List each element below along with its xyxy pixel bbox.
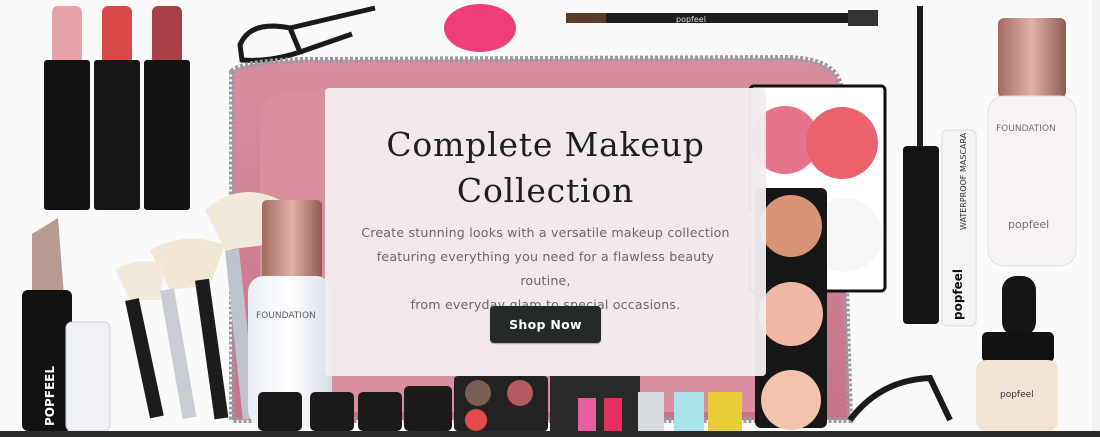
hero-description-line-1: Create stunning looks with a versatile m…: [361, 225, 730, 240]
hero-content-card: Complete Makeup Collection Create stunni…: [325, 88, 766, 376]
foundation-brand: popfeel: [1008, 218, 1049, 231]
dropper-brand: popfeel: [1000, 390, 1034, 400]
mascara-tube: WATERPROOF MASCARA popfeel: [941, 129, 977, 327]
brow-pencil-brand: popfeel: [676, 15, 706, 24]
mascara-label: WATERPROOF MASCARA: [959, 132, 968, 230]
vertical-brand-text: POPFEEL: [43, 366, 57, 426]
bottom-edge-bar: [0, 431, 1100, 437]
hero-title: Complete Makeup Collection: [325, 122, 766, 214]
hero-banner: popfeel WATERPROOF MASCARA popfeel FOUND…: [0, 0, 1092, 431]
hero-description-line-2: featuring everything you need for a flaw…: [376, 249, 715, 288]
shop-now-button[interactable]: Shop Now: [490, 306, 601, 343]
lipstick-group: [44, 6, 190, 210]
mascara-brand: popfeel: [951, 269, 965, 320]
foundation-label: FOUNDATION: [996, 124, 1056, 134]
foundation-bottle-right: FOUNDATION popfeel: [987, 18, 1077, 267]
hero-title-line-1: Complete Makeup: [386, 125, 705, 164]
foundation-label-2: FOUNDATION: [256, 311, 316, 321]
hero-description: Create stunning looks with a versatile m…: [355, 221, 736, 317]
hero-title-line-2: Collection: [456, 171, 635, 210]
beauty-sponge: [444, 4, 516, 52]
page-scrollbar[interactable]: [1092, 0, 1100, 437]
